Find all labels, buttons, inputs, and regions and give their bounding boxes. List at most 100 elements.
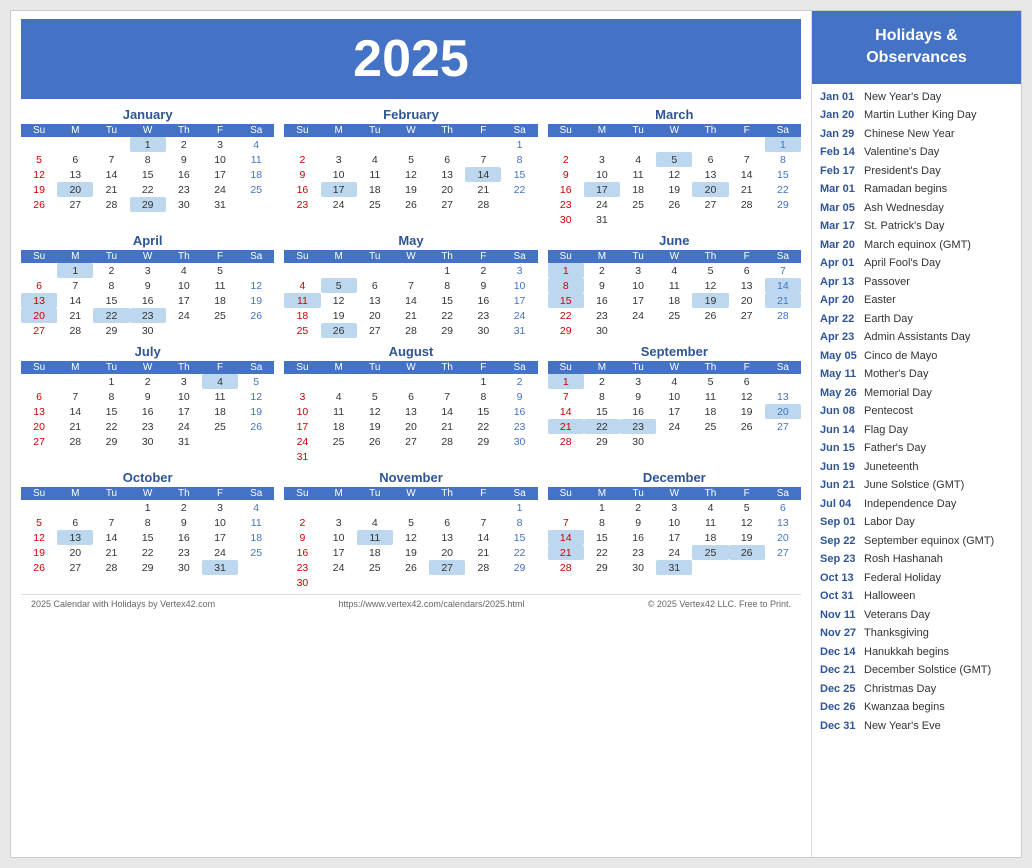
table-row: 23 — [548, 197, 584, 212]
table-row: 18 — [238, 530, 274, 545]
table-row: 29 — [548, 323, 584, 338]
table-row: 29 — [501, 560, 537, 575]
table-row — [238, 323, 274, 338]
table-row — [202, 434, 238, 449]
table-row: 20 — [692, 182, 728, 197]
table-row: 20 — [765, 404, 801, 419]
table-row: 4 — [238, 500, 274, 515]
table-row: 21 — [93, 545, 129, 560]
table-row: 15 — [130, 530, 166, 545]
table-row: 26 — [357, 434, 393, 449]
table-row — [692, 434, 728, 449]
holiday-date: Jan 20 — [820, 107, 864, 124]
table-row: 27 — [729, 308, 765, 323]
month-title-january: January — [21, 107, 274, 122]
table-row — [321, 137, 357, 152]
table-row: 12 — [393, 530, 429, 545]
table-row: 5 — [729, 500, 765, 515]
table-row: 11 — [321, 404, 357, 419]
table-row: 21 — [548, 545, 584, 560]
table-row: 3 — [321, 152, 357, 167]
table-row: 14 — [93, 530, 129, 545]
table-row: 16 — [501, 404, 537, 419]
table-row: 7 — [548, 515, 584, 530]
table-row: 5 — [238, 374, 274, 389]
table-row: 5 — [656, 152, 692, 167]
table-row: 28 — [393, 323, 429, 338]
table-row — [57, 137, 93, 152]
table-row: 13 — [765, 389, 801, 404]
table-row: 16 — [620, 404, 656, 419]
table-row: 14 — [429, 404, 465, 419]
table-row: 7 — [93, 515, 129, 530]
table-row: 7 — [765, 263, 801, 278]
table-row: 10 — [656, 389, 692, 404]
table-row: 6 — [729, 263, 765, 278]
table-row: 9 — [501, 389, 537, 404]
table-row: 18 — [357, 182, 393, 197]
table-row — [393, 263, 429, 278]
table-row: 17 — [166, 293, 202, 308]
table-row: 27 — [765, 545, 801, 560]
holiday-date: Sep 23 — [820, 551, 864, 568]
table-row: 17 — [284, 419, 320, 434]
table-row: 27 — [57, 197, 93, 212]
table-row — [57, 500, 93, 515]
table-row: 4 — [656, 374, 692, 389]
table-row — [620, 137, 656, 152]
table-row — [765, 560, 801, 575]
table-row: 11 — [692, 389, 728, 404]
month-december: December SuMTuWThFSa 1 2 3 4 5 6 — [548, 470, 801, 590]
table-row: 20 — [765, 530, 801, 545]
month-title-april: April — [21, 233, 274, 248]
table-row: 4 — [238, 137, 274, 152]
holiday-name: Rosh Hashanah — [864, 551, 943, 568]
table-row — [729, 434, 765, 449]
table-row: 18 — [202, 293, 238, 308]
list-item: Mar 17St. Patrick's Day — [812, 217, 1021, 236]
table-row: 14 — [548, 530, 584, 545]
table-row: 17 — [321, 182, 357, 197]
table-row: 10 — [166, 389, 202, 404]
table-row: 26 — [238, 419, 274, 434]
table-row: 29 — [584, 434, 620, 449]
table-row: 2 — [284, 152, 320, 167]
list-item: Mar 05Ash Wednesday — [812, 199, 1021, 218]
table-row — [656, 434, 692, 449]
list-item: May 05Cinco de Mayo — [812, 347, 1021, 366]
table-row — [284, 137, 320, 152]
holiday-name: New Year's Eve — [864, 718, 941, 735]
list-item: Apr 20Easter — [812, 291, 1021, 310]
table-row: 22 — [93, 308, 129, 323]
table-row: 30 — [584, 323, 620, 338]
holiday-name: Ash Wednesday — [864, 200, 944, 217]
list-item: May 11Mother's Day — [812, 365, 1021, 384]
list-item: Oct 13Federal Holiday — [812, 569, 1021, 588]
table-row: 3 — [620, 374, 656, 389]
list-item: Feb 17President's Day — [812, 162, 1021, 181]
table-row: 25 — [321, 434, 357, 449]
table-row: 4 — [202, 374, 238, 389]
month-table-february: SuMTuWThFSa 1 2 3 — [284, 124, 537, 212]
table-row: 25 — [238, 545, 274, 560]
table-row: 1 — [93, 374, 129, 389]
table-row: 9 — [284, 167, 320, 182]
table-row: 31 — [501, 323, 537, 338]
holiday-date: Dec 14 — [820, 644, 864, 661]
table-row: 13 — [429, 167, 465, 182]
table-row: 9 — [620, 389, 656, 404]
table-row — [729, 560, 765, 575]
table-row — [692, 137, 728, 152]
table-row: 25 — [202, 419, 238, 434]
table-row — [501, 575, 537, 590]
list-item: Apr 22Earth Day — [812, 310, 1021, 329]
table-row: 6 — [765, 500, 801, 515]
table-row: 8 — [93, 389, 129, 404]
table-row: 2 — [166, 137, 202, 152]
table-row: 26 — [729, 419, 765, 434]
holiday-date: Jan 29 — [820, 126, 864, 143]
table-row: 17 — [620, 293, 656, 308]
holiday-date: Jun 19 — [820, 459, 864, 476]
table-row: 19 — [393, 182, 429, 197]
table-row: 23 — [620, 545, 656, 560]
